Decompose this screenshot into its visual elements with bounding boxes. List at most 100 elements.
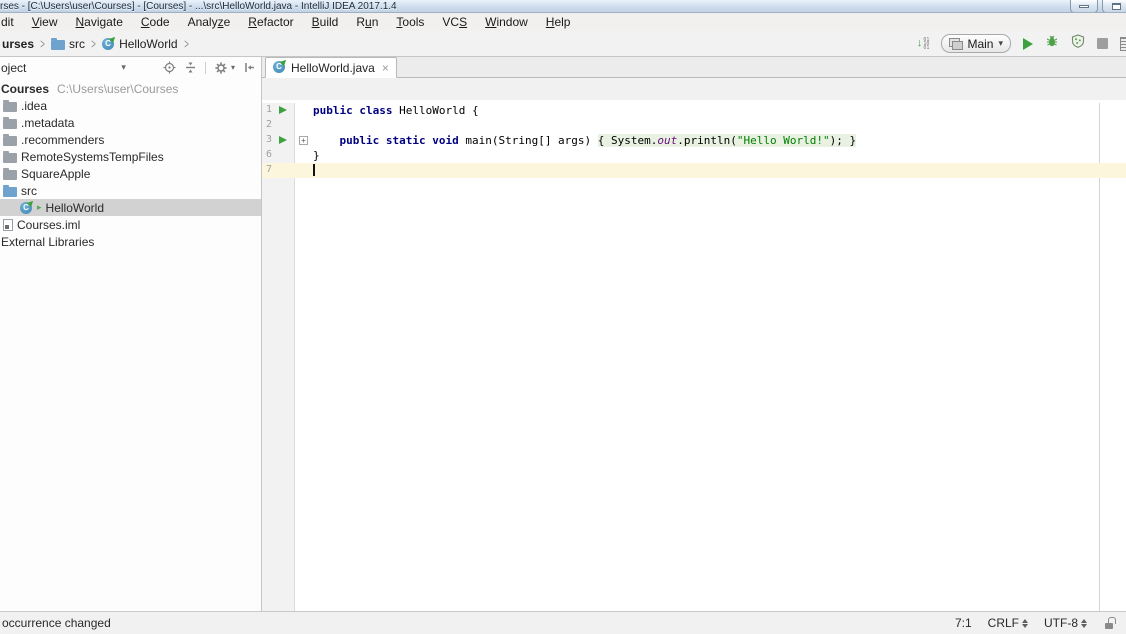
tree-item-squareapple[interactable]: SquareApple <box>0 165 261 182</box>
menu-item-help[interactable]: Help <box>537 14 580 30</box>
tree-item-label: .metadata <box>21 116 74 130</box>
menu-item-window[interactable]: Window <box>476 14 537 30</box>
run-configuration-label: Main <box>967 37 993 51</box>
breadcrumb-label: HelloWorld <box>119 37 177 51</box>
run-button[interactable] <box>1023 38 1033 50</box>
code-line-3[interactable]: public static void main(String[] args) {… <box>310 133 1126 148</box>
tree-item--idea[interactable]: .idea <box>0 97 261 114</box>
breadcrumb-label: urses <box>2 37 34 51</box>
editor-gutter: 123+67 <box>262 103 310 611</box>
run-configuration-select[interactable]: Main ▾ <box>941 34 1011 53</box>
debug-button[interactable] <box>1045 34 1059 53</box>
code-line-6[interactable]: } <box>310 148 1126 163</box>
menu-item-vcs[interactable]: VCS <box>433 14 476 30</box>
code-token: "Hello World!" <box>737 134 830 147</box>
folder-icon <box>3 187 17 197</box>
breadcrumb-urses[interactable]: urses <box>2 37 34 51</box>
project-panel-header: oject ▾ <box>0 57 261 78</box>
minimize-button[interactable] <box>1070 0 1098 13</box>
encoding-widget[interactable]: UTF-8 <box>1044 616 1087 630</box>
gutter-row: 3+ <box>262 133 310 148</box>
code-column[interactable]: public class HelloWorld { public static … <box>310 103 1126 611</box>
menu-item-view[interactable]: View <box>23 14 67 30</box>
tree-item-label: Courses <box>1 82 49 96</box>
class-icon-slot: C <box>273 60 286 76</box>
tree-item-label: Courses.iml <box>17 218 80 232</box>
stop-button[interactable] <box>1097 38 1108 49</box>
right-margin-guide <box>1099 103 1100 611</box>
tree-item-label: src <box>21 184 37 198</box>
tree-item-remotesystemstempfiles[interactable]: RemoteSystemsTempFiles <box>0 148 261 165</box>
project-panel-toolbar: ▾ <box>163 61 256 75</box>
gutter-row: 7 <box>262 163 310 178</box>
menu-item-dit[interactable]: dit <box>0 14 23 30</box>
line-number: 1 <box>266 104 272 115</box>
tab-label: HelloWorld.java <box>291 61 375 75</box>
status-bar-widgets: 7:1 CRLF UTF-8 <box>939 616 1116 630</box>
line-ending-widget[interactable]: CRLF <box>988 616 1028 630</box>
tree-item--metadata[interactable]: .metadata <box>0 114 261 131</box>
menu-bar: ditViewNavigateCodeAnalyzeRefactorBuildR… <box>0 13 1126 31</box>
menu-item-run[interactable]: Run <box>347 14 387 30</box>
fold-expand-icon[interactable]: + <box>299 136 308 145</box>
chevron-down-icon[interactable]: ▾ <box>121 62 126 73</box>
tree-item-label: .idea <box>21 99 47 113</box>
gear-icon <box>214 61 228 75</box>
code-editor[interactable]: 123+67 public class HelloWorld { public … <box>262 100 1126 611</box>
code-token: HelloWorld { <box>399 104 478 117</box>
numeric-sort-icon[interactable]: ↓ 01 10 01 <box>917 38 930 50</box>
folder-icon <box>3 102 17 112</box>
unlock-icon[interactable] <box>1105 617 1116 629</box>
project-tool-window: oject ▾ <box>0 57 261 611</box>
tree-item-path: C:\Users\user\Courses <box>57 82 178 96</box>
gutter-row: 2 <box>262 118 310 133</box>
settings-button[interactable] <box>214 61 228 75</box>
tree-item--recommenders[interactable]: .recommenders <box>0 131 261 148</box>
menu-item-build[interactable]: Build <box>303 14 348 30</box>
tree-item-courses[interactable]: Courses C:\Users\user\Courses <box>0 80 261 97</box>
tree-item-src[interactable]: src <box>0 182 261 199</box>
coverage-shield-icon <box>1071 34 1085 48</box>
code-token: main(String[] args) <box>465 134 597 147</box>
tree-item-courses-iml[interactable]: Courses.iml <box>0 216 261 233</box>
run-line-icon[interactable] <box>279 136 287 144</box>
tree-item-external-libraries[interactable]: External Libraries <box>0 233 261 250</box>
breadcrumb-helloworld[interactable]: CHelloWorld <box>102 37 177 51</box>
menu-item-analyze[interactable]: Analyze <box>179 14 240 30</box>
chevron-right-icon: > <box>91 35 96 51</box>
tree-item-helloworld[interactable]: C▸HelloWorld <box>0 199 261 216</box>
locate-button[interactable] <box>163 61 176 74</box>
code-token: .println( <box>677 134 737 147</box>
breadcrumb-label: src <box>69 37 85 51</box>
run-with-coverage-button[interactable] <box>1071 34 1085 53</box>
run-marker-icon: ▸ <box>37 203 42 212</box>
bug-icon <box>1045 34 1059 48</box>
collapse-all-button[interactable] <box>184 61 197 74</box>
toolwindow-icon[interactable] <box>1120 37 1126 51</box>
code-token: public static void <box>340 134 466 147</box>
code-line-1[interactable]: public class HelloWorld { <box>310 103 1126 118</box>
window-title: rses - [C:\Users\user\Courses] - [Course… <box>0 1 397 12</box>
run-toolbar: ↓ 01 10 01 Main ▾ <box>917 34 1126 53</box>
target-icon <box>163 61 176 74</box>
chevron-down-icon: ▾ <box>998 38 1003 49</box>
menu-item-code[interactable]: Code <box>132 14 179 30</box>
maximize-button[interactable] <box>1102 0 1126 13</box>
main-area: oject ▾ <box>0 57 1126 611</box>
run-line-icon[interactable] <box>279 106 287 114</box>
window-controls <box>1070 0 1126 13</box>
hide-panel-button[interactable] <box>243 61 256 74</box>
code-token <box>313 134 340 147</box>
menu-item-tools[interactable]: Tools <box>387 14 433 30</box>
breadcrumb-src[interactable]: src <box>51 37 85 51</box>
status-message: occurrence changed <box>2 616 111 630</box>
menu-item-navigate[interactable]: Navigate <box>67 14 132 30</box>
caret-position-widget[interactable]: 7:1 <box>955 616 972 630</box>
code-line-2[interactable] <box>310 118 1126 133</box>
code-token: ); } <box>830 134 857 147</box>
editor-tab-helloworld-java[interactable]: C HelloWorld.java × <box>265 57 397 78</box>
navigation-bar: urses>src>CHelloWorld> ↓ 01 10 01 Main ▾ <box>0 31 1126 57</box>
code-line-7[interactable] <box>310 163 1126 178</box>
menu-item-refactor[interactable]: Refactor <box>239 14 302 30</box>
close-tab-icon[interactable]: × <box>382 61 389 75</box>
